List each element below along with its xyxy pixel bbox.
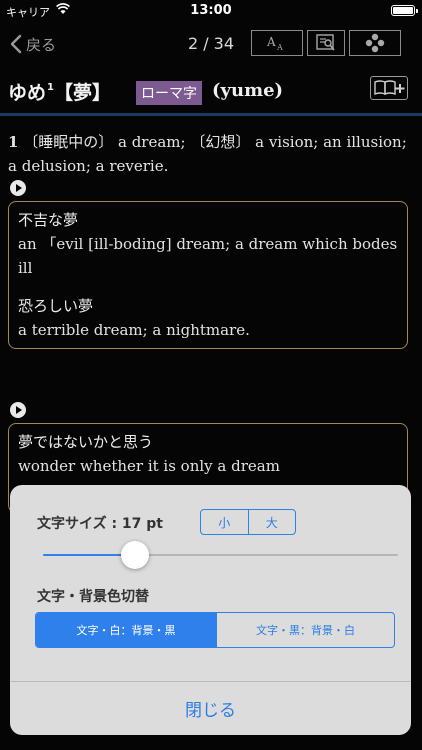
search-document-icon: [316, 34, 335, 51]
sense-number: 1: [8, 133, 19, 151]
headword-kanji: 【夢】: [53, 82, 111, 104]
romaji-badge: ローマ字: [136, 81, 202, 105]
font-size-large-button[interactable]: 大: [247, 510, 296, 534]
homonym-number: 1: [47, 82, 54, 93]
example-english: an 「evil [ill-boding] dream; a dream whi…: [18, 235, 398, 277]
font-size-label: 文字サイズ : 17 pt: [37, 516, 163, 532]
battery-icon: [391, 5, 418, 16]
font-size-button[interactable]: A A: [251, 30, 303, 56]
color-scheme-segmented-control: 文字・白：背景・黒 文字・黒：背景・白: [35, 612, 395, 648]
book-plus-icon: [374, 80, 405, 96]
color-toggle-label: 文字・背景色切替: [37, 589, 149, 605]
play-audio-icon[interactable]: [10, 180, 26, 196]
example-japanese: 夢ではないかと思う: [18, 433, 154, 451]
example-english: a terrible dream; a nightmare.: [18, 321, 250, 339]
search-in-page-button[interactable]: [307, 30, 345, 56]
font-size-small-button[interactable]: 小: [201, 510, 248, 534]
display-settings-sheet: 文字サイズ : 17 pt 小 大 文字・背景色切替 文字・白：背景・黒 文字・…: [10, 485, 411, 735]
back-label: 戻る: [26, 35, 57, 54]
font-size-icon: A A: [266, 35, 283, 52]
font-size-segmented-control: 小 大: [200, 509, 296, 535]
sense-text: 〔睡眠中の〕 a dream; 〔幻想〕 a vision; an illusi…: [8, 133, 407, 175]
svg-text:A: A: [276, 43, 283, 52]
romaji-reading: (yume): [212, 80, 284, 101]
font-size-slider[interactable]: [43, 540, 398, 570]
example-japanese: 恐ろしい夢: [18, 297, 94, 315]
example-japanese: 不吉な夢: [18, 211, 79, 229]
white-text-black-bg-option[interactable]: 文字・白：背景・黒: [36, 613, 216, 647]
headword-row: ゆめ1【夢】 ローマ字 (yume): [0, 72, 422, 112]
header-divider: [0, 113, 422, 116]
add-to-wordbook-button[interactable]: [370, 76, 408, 100]
navigation-bar: 戻る 2 / 34 A A: [0, 22, 422, 66]
toolbar-buttons: A A: [251, 30, 401, 56]
play-audio-icon[interactable]: [10, 402, 26, 418]
slider-thumb[interactable]: [121, 541, 150, 569]
back-button[interactable]: 戻る: [10, 30, 56, 58]
example-english: wonder whether it is only a dream: [18, 457, 280, 475]
status-bar: キャリア 13:00: [0, 0, 422, 22]
headword-reading: ゆめ: [8, 82, 47, 104]
chevron-left-icon: [10, 34, 22, 54]
svg-text:A: A: [266, 35, 276, 49]
headword: ゆめ1【夢】: [8, 78, 111, 105]
example-box: 不吉な夢 an 「evil [ill-boding] dream; a drea…: [8, 201, 408, 349]
clock: 13:00: [190, 3, 232, 18]
close-button[interactable]: 閉じる: [10, 682, 411, 735]
sense-definition: 1 〔睡眠中の〕 a dream; 〔幻想〕 a vision; an illu…: [8, 130, 412, 178]
navigation-pad-button[interactable]: [349, 30, 401, 56]
dpad-icon: [365, 33, 385, 53]
black-text-white-bg-option[interactable]: 文字・黒：背景・白: [216, 613, 394, 647]
